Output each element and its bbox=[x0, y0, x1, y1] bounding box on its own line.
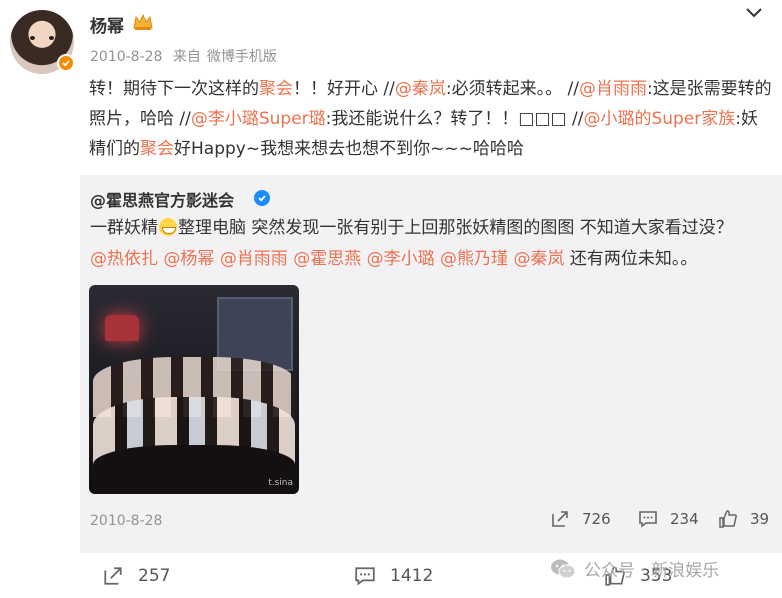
post-source: 微博手机版 bbox=[206, 49, 277, 65]
verified-icon bbox=[57, 54, 75, 72]
mention-link[interactable]: @杨幂 bbox=[163, 249, 214, 269]
watermark-text: 公众号 · 新浪娱乐 bbox=[584, 561, 720, 581]
retweet-like-count: 39 bbox=[750, 510, 770, 528]
mention-link[interactable]: @李小璐 bbox=[367, 249, 435, 269]
post-date[interactable]: 2010-8-28 bbox=[90, 49, 162, 65]
retweet-photo[interactable]: t.sina bbox=[89, 285, 299, 494]
retweet-text-start: 一群妖精 bbox=[90, 218, 158, 238]
grin-emoji bbox=[159, 218, 177, 236]
retweet-like-button[interactable]: 39 bbox=[718, 509, 769, 529]
post-text-link[interactable]: 聚会 bbox=[259, 79, 293, 99]
retweet-text: 一群妖精 整理电脑 突然发现一张有别于上回那张妖精图的图图 不知道大家看过没？ @… bbox=[90, 213, 770, 275]
retweet-comment-button[interactable]: 234 bbox=[638, 509, 699, 529]
photo-watermark: t.sina bbox=[268, 478, 293, 488]
wechat-watermark: 公众号 · 新浪娱乐 bbox=[550, 556, 719, 581]
verified-icon bbox=[254, 190, 270, 206]
repost-button[interactable]: 257 bbox=[102, 565, 170, 587]
comment-button[interactable]: 1412 bbox=[354, 565, 433, 587]
post-text-segment: 好Happy~我想来想去也想不到你~~~哈哈哈 bbox=[174, 139, 524, 159]
repost-icon bbox=[104, 567, 122, 585]
post-text-link[interactable]: @李小璐Super璐 bbox=[191, 109, 326, 129]
retweet-repost-count: 726 bbox=[582, 510, 611, 528]
retweet-repost-button[interactable]: 726 bbox=[550, 509, 611, 529]
mention-link[interactable]: @熊乃瑾 bbox=[440, 249, 508, 269]
post-text-link[interactable]: 聚会 bbox=[140, 139, 174, 159]
retweet-card[interactable]: @霍思燕官方影迷会 一群妖精 整理电脑 突然发现一张有别于上回那张妖精图的图图 不… bbox=[80, 175, 782, 553]
like-icon bbox=[719, 510, 737, 528]
mentions-tail: 还有两位未知。。 bbox=[569, 249, 698, 269]
username[interactable]: 杨幂 bbox=[90, 12, 124, 37]
mention-link[interactable]: @秦岚 bbox=[513, 249, 564, 269]
crown-icon bbox=[133, 13, 153, 30]
post-text-segment: :必须转起来。。 // bbox=[445, 79, 579, 99]
retweet-username[interactable]: @霍思燕官方影迷会 bbox=[90, 187, 234, 211]
post-text: 转！期待下一次这样的聚会！！好开心 //@秦岚:必须转起来。。 //@肖雨雨:这… bbox=[89, 74, 773, 164]
repost-icon bbox=[552, 511, 568, 527]
mention-link[interactable]: @热依扎 bbox=[90, 249, 158, 269]
comment-icon bbox=[639, 511, 657, 528]
post-text-link[interactable]: @肖雨雨 bbox=[579, 79, 647, 99]
chevron-down-icon[interactable] bbox=[744, 6, 764, 20]
post-text-segment: :我还能说什么？转了！！□□□ // bbox=[325, 109, 584, 129]
wechat-icon bbox=[551, 559, 576, 578]
post-meta: 2010-8-28 来自 微博手机版 bbox=[90, 46, 283, 66]
repost-count: 257 bbox=[138, 566, 171, 586]
post-text-segment: ！！好开心 // bbox=[293, 79, 395, 99]
post-text-segment: 转！期待下一次这样的 bbox=[89, 79, 259, 99]
post-text-link[interactable]: @秦岚 bbox=[395, 79, 446, 99]
mention-link[interactable]: @肖雨雨 bbox=[220, 249, 288, 269]
retweet-comment-count: 234 bbox=[670, 510, 699, 528]
mention-link[interactable]: @霍思燕 bbox=[293, 249, 361, 269]
comment-count: 1412 bbox=[390, 566, 434, 586]
retweet-date[interactable]: 2010-8-28 bbox=[90, 513, 162, 529]
retweet-mentions: @热依扎 @杨幂 @肖雨雨 @霍思燕 @李小璐 @熊乃瑾 @秦岚 还有两位未知。… bbox=[90, 244, 770, 275]
source-label: 来自 bbox=[172, 49, 201, 65]
retweet-text-rest: 整理电脑 突然发现一张有别于上回那张妖精图的图图 不知道大家看过没？ bbox=[178, 218, 733, 238]
comment-icon bbox=[355, 567, 375, 586]
post-text-link[interactable]: @小璐的Super家族 bbox=[583, 109, 735, 129]
